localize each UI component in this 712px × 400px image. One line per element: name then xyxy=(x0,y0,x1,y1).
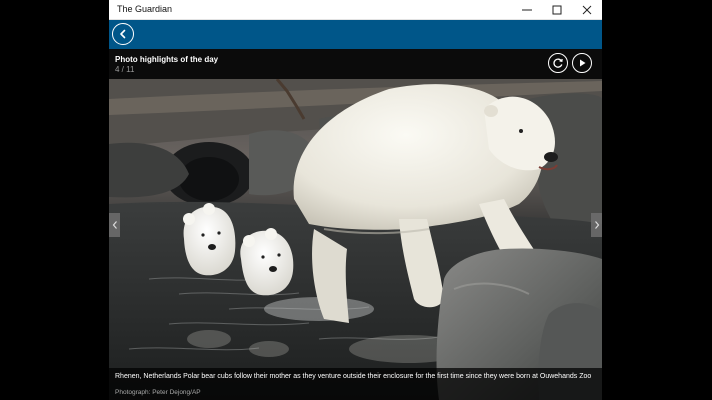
previous-photo-button[interactable] xyxy=(109,213,120,237)
photo-counter: 4 / 11 xyxy=(115,65,135,74)
chevron-right-icon xyxy=(594,221,599,229)
window-title: The Guardian xyxy=(117,4,173,14)
back-button[interactable] xyxy=(112,23,134,45)
minimize-button[interactable] xyxy=(512,0,542,20)
photo-credit: Photograph: Peter Dejong/AP xyxy=(115,389,201,396)
maximize-icon xyxy=(552,5,562,15)
gallery-header: Photo highlights of the day 4 / 11 xyxy=(109,49,602,79)
photo-caption: Rhenen, Netherlands Polar bear cubs foll… xyxy=(115,373,592,380)
close-button[interactable] xyxy=(572,0,602,20)
maximize-button[interactable] xyxy=(542,0,572,20)
app-bar xyxy=(109,20,602,49)
next-photo-button[interactable] xyxy=(591,213,602,237)
gallery-title: Photo highlights of the day xyxy=(115,55,219,64)
close-icon xyxy=(582,5,592,15)
gallery-photo xyxy=(109,79,602,400)
refresh-button[interactable] xyxy=(548,53,568,73)
photo-caption-panel: Rhenen, Netherlands Polar bear cubs foll… xyxy=(109,368,602,400)
refresh-icon xyxy=(553,58,563,68)
play-icon xyxy=(580,59,586,67)
chevron-left-icon xyxy=(112,221,117,229)
app-window: The Guardian Photo highlights of the day… xyxy=(109,0,602,400)
title-bar: The Guardian xyxy=(109,0,602,20)
polar-bears-photo xyxy=(109,79,602,400)
minimize-icon xyxy=(522,9,532,11)
back-arrow-icon xyxy=(120,29,126,39)
play-slideshow-button[interactable] xyxy=(572,53,592,73)
